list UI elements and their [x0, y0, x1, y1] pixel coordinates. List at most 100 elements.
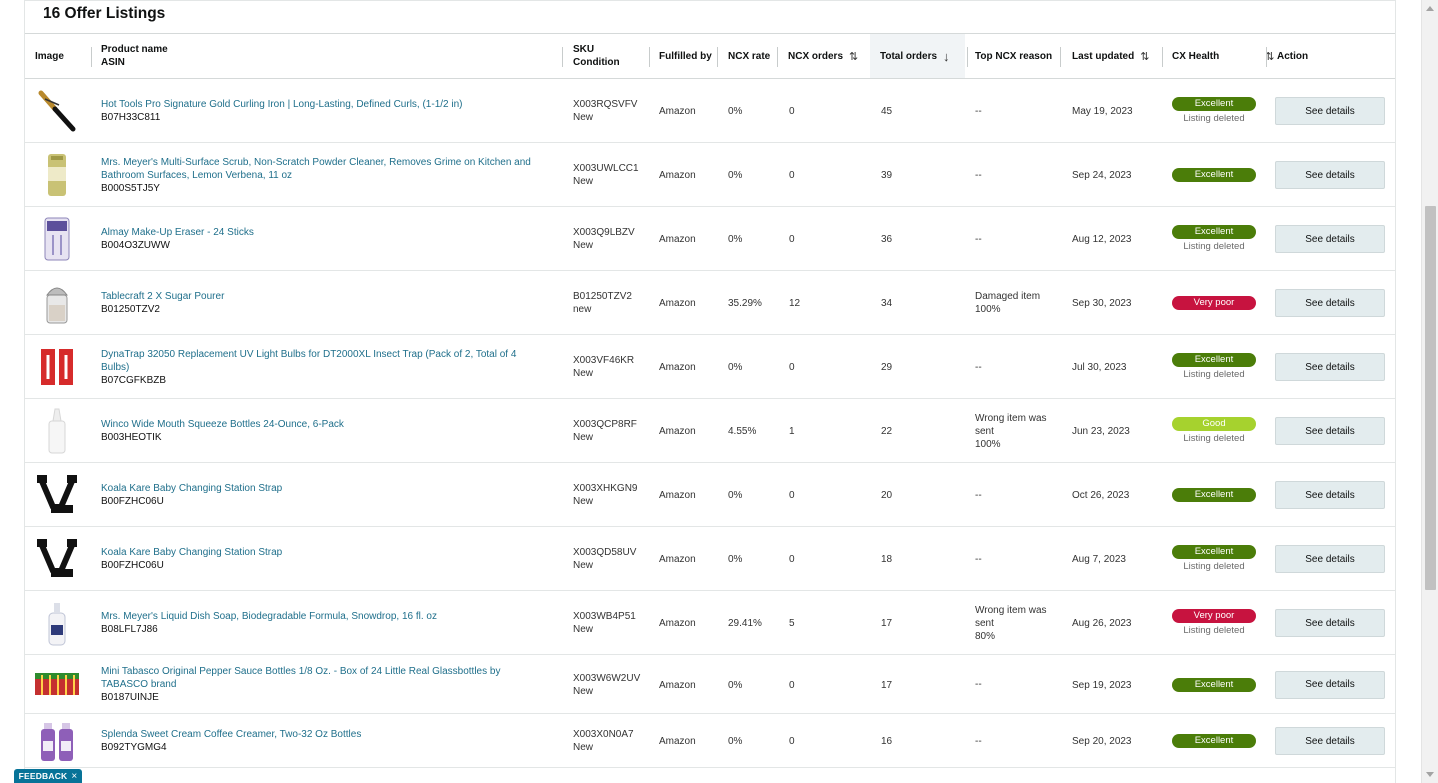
- header-fulfilled-by[interactable]: Fulfilled by: [659, 34, 712, 78]
- curling-iron-image[interactable]: [33, 87, 81, 135]
- ncx-rate-value: 0%: [728, 490, 743, 501]
- ncx-rate-value: 0%: [728, 554, 743, 565]
- condition-value: New: [573, 240, 594, 251]
- header-sku-label: SKU: [573, 44, 595, 55]
- cx-health-badge: Excellent: [1172, 488, 1256, 502]
- ncx-reason-line: --: [975, 105, 982, 117]
- scrub-can-image[interactable]: [33, 151, 81, 199]
- ncx-reason-line: --: [975, 553, 982, 565]
- table-row: Almay Make-Up Eraser - 24 Sticks B004O3Z…: [25, 207, 1395, 271]
- column-divider: [649, 47, 650, 67]
- ncx-rate-value: 35.29%: [728, 298, 762, 309]
- see-details-button[interactable]: See details: [1275, 161, 1385, 189]
- scroll-down-arrow-icon[interactable]: [1426, 772, 1434, 777]
- header-top-ncx-reason[interactable]: Top NCX reason: [975, 34, 1052, 78]
- asin-value: B07H33C811: [101, 112, 161, 123]
- table-row: Splenda Sweet Cream Coffee Creamer, Two-…: [25, 714, 1395, 768]
- asin-value: B00FZHC06U: [101, 560, 164, 571]
- header-cx-health[interactable]: CX Health ⇅: [1172, 34, 1274, 78]
- total-orders-value: 17: [881, 679, 893, 691]
- ncx-orders-value: 0: [789, 106, 795, 117]
- fulfilled-by-value: Amazon: [659, 234, 696, 245]
- cx-health-cell: Excellent Listing deleted: [1172, 225, 1256, 252]
- vertical-scrollbar[interactable]: [1421, 0, 1438, 783]
- see-details-button[interactable]: See details: [1275, 481, 1385, 509]
- product-name-link[interactable]: Mrs. Meyer's Multi-Surface Scrub, Non-Sc…: [101, 156, 541, 182]
- total-orders-value: 16: [881, 736, 893, 747]
- see-details-button[interactable]: See details: [1275, 289, 1385, 317]
- header-ncx-rate[interactable]: NCX rate: [728, 34, 770, 78]
- product-name-link[interactable]: Winco Wide Mouth Squeeze Bottles 24-Ounc…: [101, 418, 541, 431]
- asin-value: B000S5TJ5Y: [101, 182, 160, 194]
- total-orders-value: 45: [881, 106, 893, 117]
- header-total-orders[interactable]: Total orders ↓: [870, 34, 965, 78]
- see-details-button[interactable]: See details: [1275, 225, 1385, 253]
- offer-listings-panel: 16 Offer Listings Image Product name ASI…: [24, 0, 1396, 783]
- column-divider: [967, 47, 968, 67]
- dish-soap-image[interactable]: [33, 599, 81, 647]
- column-divider: [1060, 47, 1061, 67]
- ncx-reason-line: --: [975, 735, 982, 747]
- product-name-link[interactable]: Hot Tools Pro Signature Gold Curling Iro…: [101, 98, 541, 111]
- last-updated-value: Sep 19, 2023: [1072, 679, 1132, 691]
- sort-both-icon[interactable]: ⇅: [849, 50, 858, 63]
- product-name-link[interactable]: Splenda Sweet Cream Coffee Creamer, Two-…: [101, 728, 541, 741]
- asin-value: B08LFL7J86: [101, 624, 158, 635]
- asin-value: B0187UINJE: [101, 692, 159, 703]
- top-ncx-reason-cell: --: [975, 735, 1055, 748]
- header-ncx-orders[interactable]: NCX orders ⇅: [788, 34, 858, 78]
- product-name-link[interactable]: Koala Kare Baby Changing Station Strap: [101, 546, 541, 559]
- header-image: Image: [35, 50, 64, 62]
- cx-health-badge: Excellent: [1172, 734, 1256, 748]
- sku-cell: X003W6W2UV New: [573, 672, 640, 698]
- product-name-link[interactable]: Mrs. Meyer's Liquid Dish Soap, Biodegrad…: [101, 610, 541, 623]
- sort-down-icon[interactable]: ↓: [943, 49, 950, 64]
- close-icon[interactable]: ×: [71, 771, 77, 782]
- see-details-button[interactable]: See details: [1275, 353, 1385, 381]
- makeup-eraser-image[interactable]: [33, 215, 81, 263]
- last-updated-value: Sep 20, 2023: [1072, 736, 1132, 747]
- header-last-updated[interactable]: Last updated ⇅: [1072, 34, 1149, 78]
- sort-both-icon[interactable]: ⇅: [1140, 50, 1149, 63]
- product-cell: Mrs. Meyer's Liquid Dish Soap, Biodegrad…: [101, 610, 541, 636]
- ncx-reason-line: Damaged item: [975, 291, 1041, 302]
- product-name-link[interactable]: Tablecraft 2 X Sugar Pourer: [101, 290, 541, 303]
- fulfilled-by-value: Amazon: [659, 679, 696, 691]
- squeeze-bottle-image[interactable]: [33, 407, 81, 455]
- see-details-button[interactable]: See details: [1275, 727, 1385, 755]
- tabasco-box-image[interactable]: [33, 661, 81, 709]
- listing-status: Listing deleted: [1183, 113, 1245, 124]
- sku-cell: X003VF46KR New: [573, 354, 634, 380]
- creamer-image[interactable]: [33, 717, 81, 765]
- condition-value: New: [573, 112, 594, 123]
- sku-value: X003RQSVFV: [573, 99, 638, 110]
- header-sku[interactable]: SKU Condition: [573, 34, 620, 78]
- sku-value: X003Q9LBZV: [573, 227, 635, 238]
- feedback-label: FEEDBACK: [18, 771, 68, 781]
- scrollbar-thumb[interactable]: [1425, 206, 1436, 590]
- see-details-button[interactable]: See details: [1275, 545, 1385, 573]
- header-total-orders-label: Total orders: [880, 50, 938, 62]
- fulfilled-by-value: Amazon: [659, 554, 696, 565]
- ncx-reason-line: --: [975, 489, 982, 501]
- see-details-button[interactable]: See details: [1275, 670, 1385, 699]
- product-name-link[interactable]: DynaTrap 32050 Replacement UV Light Bulb…: [101, 348, 541, 374]
- header-product-name[interactable]: Product name ASIN: [101, 34, 168, 78]
- uv-bulbs-image[interactable]: [33, 343, 81, 391]
- sugar-pourer-image[interactable]: [33, 279, 81, 327]
- product-name-link[interactable]: Koala Kare Baby Changing Station Strap: [101, 482, 541, 495]
- see-details-button[interactable]: See details: [1275, 417, 1385, 445]
- feedback-button[interactable]: FEEDBACK ×: [14, 769, 82, 783]
- product-name-link[interactable]: Mini Tabasco Original Pepper Sauce Bottl…: [101, 665, 541, 691]
- strap-image[interactable]: [33, 471, 81, 519]
- top-ncx-reason-cell: Wrong item was sent 80%: [975, 604, 1055, 643]
- see-details-button[interactable]: See details: [1275, 97, 1385, 125]
- scroll-up-arrow-icon[interactable]: [1426, 6, 1434, 11]
- condition-value: New: [573, 176, 594, 187]
- see-details-button[interactable]: See details: [1275, 609, 1385, 637]
- listing-status: Listing deleted: [1183, 369, 1245, 380]
- strap-image[interactable]: [33, 535, 81, 583]
- ncx-reason-line: Wrong item was: [975, 604, 1047, 616]
- ncx-orders-value: 0: [789, 554, 795, 565]
- product-name-link[interactable]: Almay Make-Up Eraser - 24 Sticks: [101, 226, 541, 239]
